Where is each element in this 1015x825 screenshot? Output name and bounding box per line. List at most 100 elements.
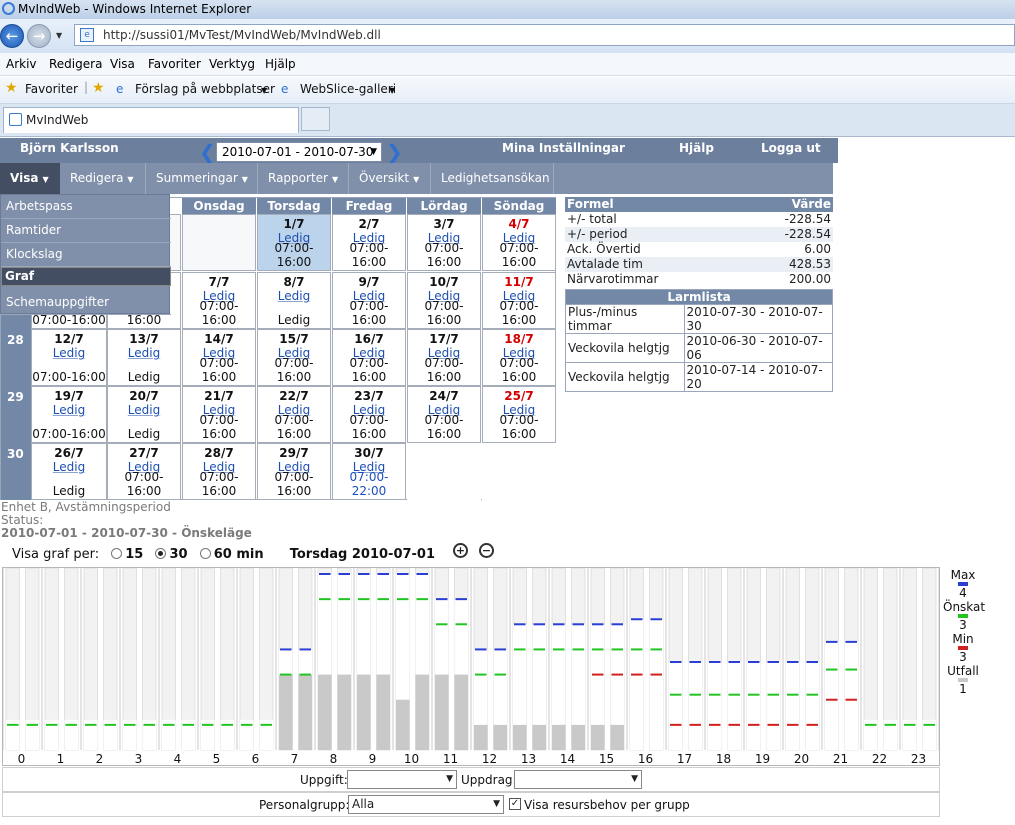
calendar-day[interactable]: 1/7 Ledig 07:00-16:00 (257, 214, 331, 271)
dropdown-schemauppgifter[interactable]: Schemauppgifter (1, 291, 171, 315)
slot-demand-area (786, 662, 800, 750)
chevron-down-icon: ▼ (241, 175, 248, 184)
menu-oversikt[interactable]: Översikt ▼ (349, 163, 431, 194)
calendar-day[interactable]: 29/7 Ledig 07:00-16:00 (257, 443, 331, 500)
day-shift-time: Ledig (277, 313, 311, 327)
menu-visa[interactable]: Visa (110, 57, 135, 71)
calendar-day[interactable]: 27/7 Ledig 07:00-16:00 (107, 443, 181, 500)
radio-30[interactable] (155, 548, 167, 559)
radio-60[interactable] (199, 548, 211, 559)
calendar-day[interactable] (482, 443, 556, 500)
calendar-day[interactable]: 4/7 Ledig 07:00-16:00 (482, 214, 556, 271)
calendar-day[interactable]: 26/7 Ledig Ledig (31, 443, 107, 500)
next-period-icon[interactable]: ❯ (386, 140, 403, 164)
day-date: 10/7 (429, 275, 459, 289)
menu-visa-app[interactable]: Visa ▼ (0, 163, 60, 194)
calendar-day[interactable]: 8/7 Ledig Ledig (257, 272, 331, 329)
period-select[interactable]: 2010-07-01 - 2010-07-30 ▼ (216, 142, 382, 162)
calendar-day[interactable]: 18/7 Ledig 07:00-16:00 (482, 329, 556, 386)
calendar-day[interactable]: 16/7 Ledig 07:00-16:00 (332, 329, 406, 386)
forslag-link[interactable]: Förslag på webbplatser (135, 82, 275, 96)
prev-period-icon[interactable]: ❮ (199, 140, 216, 164)
calendar-day[interactable]: 30/7 Ledig 07:00-22:00 (332, 443, 406, 500)
favorites-bar: ★ Favoriter | ★ e Förslag på webbplatser… (0, 77, 1015, 104)
tab-mvindweb[interactable]: MvIndWeb (3, 107, 299, 133)
webslice-dropdown-icon[interactable]: ▼ (389, 86, 395, 95)
calendar-day[interactable]: 7/7 Ledig 07:00-16:00 (182, 272, 256, 329)
calendar-day[interactable]: 3/7 Ledig 07:00-16:00 (407, 214, 481, 271)
radio-15[interactable] (111, 548, 123, 559)
favoriter-button[interactable]: Favoriter (25, 82, 78, 96)
day-shift-time: 07:00-16:00 (424, 413, 464, 441)
forward-arrow-icon[interactable]: → (27, 24, 51, 48)
menu-redigera[interactable]: Redigera (49, 57, 102, 71)
calendar-day[interactable]: 28/7 Ledig 07:00-16:00 (182, 443, 256, 500)
dropdown-arbetspass[interactable]: Arbetspass (1, 195, 171, 219)
calendar-day[interactable]: 25/7 Ledig 07:00-16:00 (482, 386, 556, 443)
day-date: 8/7 (283, 275, 305, 289)
calendar-day[interactable]: 23/7 Ledig 07:00-16:00 (332, 386, 406, 443)
calendar-day[interactable]: 19/7 Ledig 07:00-16:00 (31, 386, 107, 443)
calendar-day[interactable]: 2/7 Ledig 07:00-16:00 (332, 214, 406, 271)
day-date: 1/7 (283, 217, 305, 231)
back-arrow-icon[interactable]: ← (0, 24, 24, 48)
day-shift-time: 07:00-16:00 (499, 413, 539, 441)
new-tab-button[interactable] (301, 107, 330, 131)
utfall-bar (415, 674, 429, 750)
logout-link[interactable]: Logga ut (761, 141, 821, 155)
calendar-day[interactable]: 15/7 Ledig 07:00-16:00 (257, 329, 331, 386)
calendar-day[interactable]: 9/7 Ledig 07:00-16:00 (332, 272, 406, 329)
utfall-bar (474, 724, 488, 750)
calendar-day[interactable]: 22/7 Ledig 07:00-16:00 (257, 386, 331, 443)
history-dropdown-icon[interactable]: ▼ (56, 31, 62, 40)
uppgift-label: Uppgift: (300, 773, 348, 787)
personalgrupp-select[interactable]: Alla ▼ (348, 795, 504, 814)
calendar-day[interactable] (407, 443, 481, 500)
formel-label: Avtalade tim (565, 257, 741, 272)
dropdown-ramtider[interactable]: Ramtider (1, 219, 171, 243)
calendar-day[interactable]: 14/7 Ledig 07:00-16:00 (182, 329, 256, 386)
menu-arkiv[interactable]: Arkiv (6, 57, 37, 71)
webslice-link[interactable]: WebSlice-galleri (300, 82, 396, 96)
menu-summeringar[interactable]: Summeringar ▼ (146, 163, 258, 194)
day-status-link[interactable]: Ledig (32, 346, 106, 360)
menu-verktyg[interactable]: Verktyg (209, 57, 255, 71)
dropdown-klockslag[interactable]: Klockslag (1, 243, 171, 267)
settings-link[interactable]: Mina Inställningar (502, 141, 625, 155)
hour-tick-label: 8 (329, 752, 338, 766)
calendar-day[interactable] (182, 214, 256, 271)
calendar-day[interactable]: 12/7 Ledig 07:00-16:00 (31, 329, 107, 386)
day-status-link[interactable]: Ledig (258, 289, 330, 303)
visa-resurs-checkbox[interactable]: ✓ (509, 798, 521, 810)
calendar-day[interactable]: 17/7 Ledig 07:00-16:00 (407, 329, 481, 386)
dropdown-graf[interactable]: Graf (1, 267, 171, 286)
calendar-day[interactable]: 13/7 Ledig Ledig (107, 329, 181, 386)
calendar-day[interactable]: 21/7 Ledig 07:00-16:00 (182, 386, 256, 443)
day-status-link[interactable]: Ledig (32, 403, 106, 417)
menu-rapporter[interactable]: Rapporter ▼ (258, 163, 349, 194)
utfall-bar (571, 724, 585, 750)
day-date: 17/7 (429, 332, 459, 346)
zoom-in-icon[interactable]: + (453, 543, 468, 558)
url-field[interactable]: http://sussi01/MvTest/MvIndWeb/MvIndWeb.… (74, 24, 1015, 46)
day-shift-time: Ledig (127, 427, 161, 441)
day-status-link[interactable]: Ledig (108, 403, 180, 417)
menu-favoriter[interactable]: Favoriter (148, 57, 201, 71)
calendar-day[interactable]: 11/7 Ledig 07:00-16:00 (482, 272, 556, 329)
calendar-day[interactable]: 20/7 Ledig Ledig (107, 386, 181, 443)
calendar-day[interactable]: 10/7 Ledig 07:00-16:00 (407, 272, 481, 329)
calendar-day[interactable]: 24/7 Ledig 07:00-16:00 (407, 386, 481, 443)
menu-ledighetsansokan[interactable]: Ledighetsansökan (431, 163, 554, 194)
uppgift-select[interactable]: ▼ (347, 770, 457, 789)
day-status-link[interactable]: Ledig (32, 460, 106, 474)
day-date: 26/7 (54, 446, 84, 460)
chevron-down-icon: ▼ (370, 147, 377, 157)
add-favorite-icon[interactable]: ★ (92, 80, 105, 96)
forslag-dropdown-icon[interactable]: ▼ (261, 86, 267, 95)
help-link[interactable]: Hjälp (679, 141, 714, 155)
zoom-out-icon[interactable]: − (479, 543, 494, 558)
day-status-link[interactable]: Ledig (108, 346, 180, 360)
uppdrag-select[interactable]: ▼ (514, 770, 642, 789)
menu-hjalp[interactable]: Hjälp (265, 57, 296, 71)
menu-redigera-app[interactable]: Redigera ▼ (60, 163, 146, 194)
